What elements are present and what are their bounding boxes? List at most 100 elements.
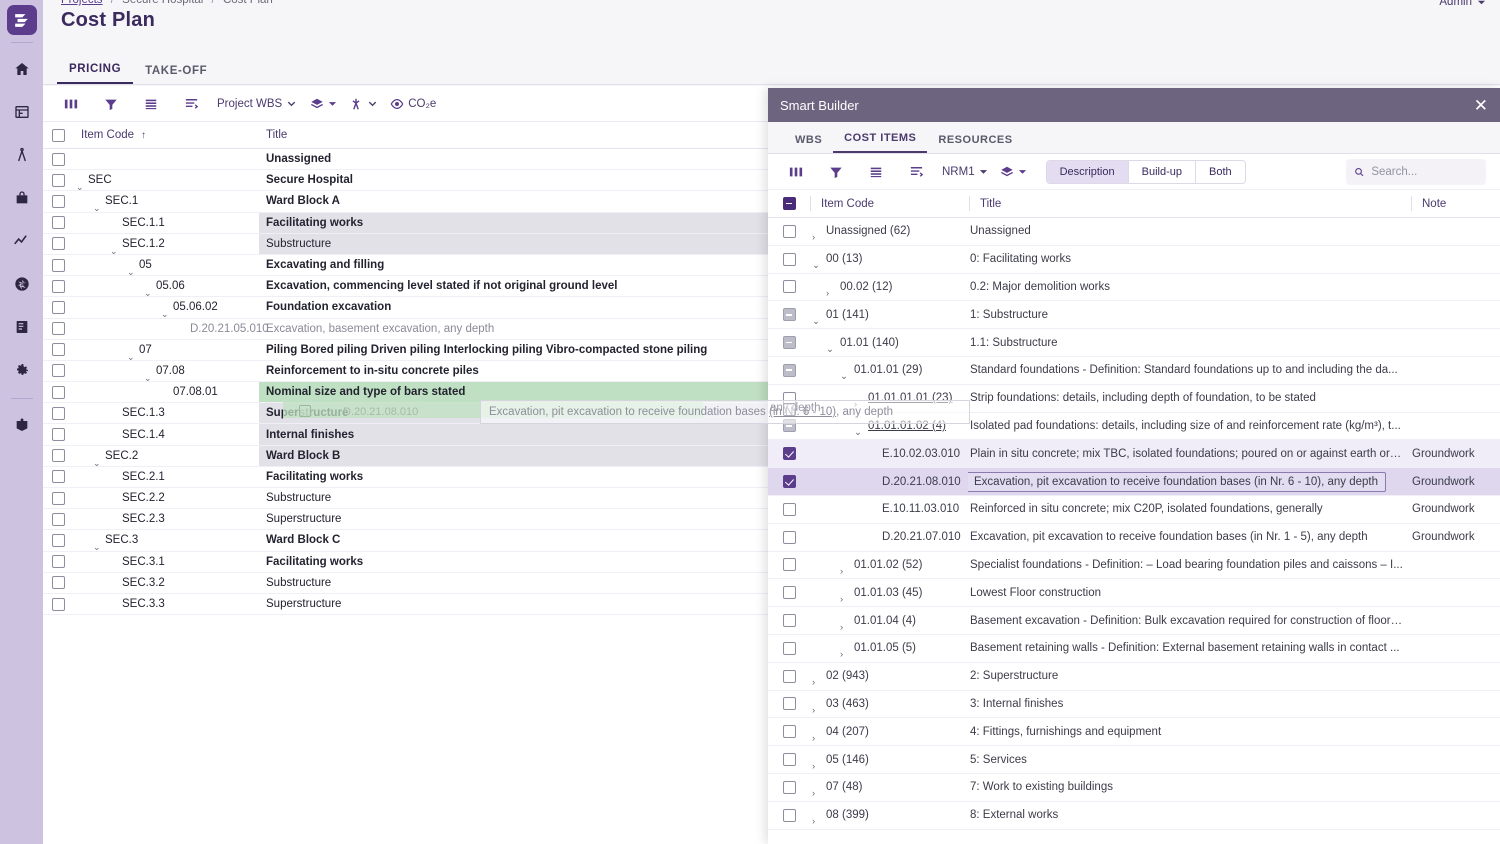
sb-table-row[interactable]: ›02 (943)2: Superstructure	[768, 663, 1500, 691]
sb-row-title[interactable]: Standard foundations - Definition: Stand…	[968, 364, 1412, 376]
sb-filter-button[interactable]	[822, 158, 850, 186]
sb-row-title[interactable]: Reinforced in situ concrete; mix C20P, i…	[968, 503, 1412, 515]
sb-table-row[interactable]: ⌄01 (141)1: Substructure	[768, 301, 1500, 329]
row-checkbox[interactable]	[52, 301, 65, 314]
sb-table-row[interactable]: ›00.02 (12)0.2: Major demolition works	[768, 274, 1500, 302]
sb-row-title[interactable]: Excavation, pit excavation to receive fo…	[968, 472, 1412, 492]
close-icon[interactable]: ✕	[1474, 97, 1488, 114]
chevron-right-icon[interactable]: ›	[840, 594, 843, 605]
chevron-right-icon[interactable]: ›	[812, 232, 815, 243]
rail-item-dashboard[interactable]	[2, 90, 42, 133]
sb-row-title[interactable]: 8: External works	[968, 809, 1412, 821]
segment-build-up[interactable]: Build-up	[1129, 161, 1196, 183]
search-input[interactable]	[1371, 166, 1478, 178]
chevron-right-icon[interactable]: ›	[826, 288, 829, 299]
sb-row-title[interactable]: Basement retaining walls - Definition: E…	[968, 642, 1412, 654]
chevron-right-icon[interactable]: ›	[812, 733, 815, 744]
select-all-checkbox[interactable]	[52, 129, 65, 142]
segment-description[interactable]: Description	[1047, 161, 1129, 183]
sb-row-title[interactable]: 0: Facilitating works	[968, 253, 1412, 265]
sb-row-checkbox[interactable]	[783, 253, 796, 266]
chevron-right-icon[interactable]: ›	[812, 816, 815, 827]
row-checkbox[interactable]	[52, 237, 65, 250]
sb-table-row[interactable]: ›08 (399)8: External works	[768, 802, 1500, 830]
sb-row-checkbox[interactable]	[783, 697, 796, 710]
chevron-down-icon[interactable]: ⌄	[826, 344, 834, 355]
sb-row-checkbox[interactable]	[783, 447, 796, 460]
sb-row-title[interactable]: 2: Superstructure	[968, 670, 1412, 682]
sb-row-title[interactable]: Plain in situ concrete; mix TBC, isolate…	[968, 448, 1412, 460]
breadcrumb-project[interactable]: Secure Hospital	[122, 0, 203, 6]
tab-wbs[interactable]: WBS	[784, 134, 833, 153]
sb-table-row[interactable]: ⌄00 (13)0: Facilitating works	[768, 246, 1500, 274]
row-checkbox[interactable]	[52, 174, 65, 187]
person-button[interactable]	[349, 90, 378, 118]
sb-row-checkbox[interactable]	[783, 392, 796, 405]
chevron-right-icon[interactable]: ›	[812, 788, 815, 799]
chevron-right-icon[interactable]: ›	[812, 677, 815, 688]
tab-pricing[interactable]: PRICING	[57, 63, 133, 84]
sb-table-row[interactable]: ›Unassigned (62)Unassigned	[768, 218, 1500, 246]
sb-table-row[interactable]: ›04 (207)4: Fittings, furnishings and eq…	[768, 718, 1500, 746]
sb-group-rows-button[interactable]	[902, 158, 930, 186]
chevron-right-icon[interactable]: ›	[812, 705, 815, 716]
row-checkbox[interactable]	[52, 555, 65, 568]
wbs-selector[interactable]: Project WBS	[217, 90, 297, 118]
sb-table-row[interactable]: ›01.01.05 (5)Basement retaining walls - …	[768, 635, 1500, 663]
sb-table-row[interactable]: ›03 (463)3: Internal finishes	[768, 691, 1500, 719]
sb-row-checkbox[interactable]	[783, 558, 796, 571]
sb-row-checkbox[interactable]	[783, 531, 796, 544]
tab-cost-items[interactable]: COST ITEMS	[833, 132, 927, 153]
sb-row-checkbox[interactable]	[783, 503, 796, 516]
sb-row-title[interactable]: 7: Work to existing buildings	[968, 781, 1412, 793]
sb-row-title[interactable]: 1: Substructure	[968, 309, 1412, 321]
row-checkbox[interactable]	[52, 259, 65, 272]
standard-selector[interactable]: NRM1	[942, 158, 988, 186]
sb-row-checkbox[interactable]	[783, 336, 796, 349]
sb-col-note[interactable]: Note	[1412, 198, 1500, 210]
tab-take-off[interactable]: TAKE-OFF	[133, 65, 219, 84]
chevron-right-icon[interactable]: ›	[840, 566, 843, 577]
chevron-right-icon[interactable]: ›	[854, 399, 857, 410]
row-checkbox[interactable]	[52, 153, 65, 166]
sb-row-title[interactable]: Basement excavation - Definition: Bulk e…	[968, 615, 1412, 627]
sb-row-title[interactable]: Isolated pad foundations: details, inclu…	[968, 420, 1412, 432]
sb-columns-button[interactable]	[782, 158, 810, 186]
sb-table-row[interactable]: ›07 (48)7: Work to existing buildings	[768, 774, 1500, 802]
sb-row-density-button[interactable]	[862, 158, 890, 186]
sb-row-checkbox[interactable]	[783, 809, 796, 822]
chevron-right-icon[interactable]: ›	[812, 761, 815, 772]
row-checkbox[interactable]	[52, 428, 65, 441]
sb-col-title[interactable]: Title	[970, 198, 1411, 210]
row-checkbox[interactable]	[52, 492, 65, 505]
sb-table-row[interactable]: E.10.11.03.010Reinforced in situ concret…	[768, 496, 1500, 524]
rail-item-documents[interactable]	[2, 305, 42, 348]
sb-row-checkbox[interactable]	[783, 753, 796, 766]
sb-row-checkbox[interactable]	[783, 642, 796, 655]
sb-select-all-checkbox[interactable]	[783, 197, 796, 210]
row-checkbox[interactable]	[52, 280, 65, 293]
sb-row-checkbox[interactable]	[783, 781, 796, 794]
tab-resources[interactable]: RESOURCES	[927, 134, 1023, 153]
sb-row-title[interactable]: Unassigned	[968, 225, 1412, 237]
row-checkbox[interactable]	[52, 513, 65, 526]
admin-menu[interactable]: Admin	[1439, 0, 1486, 8]
sb-table-row[interactable]: ⌄01.01.01 (29)Standard foundations - Def…	[768, 357, 1500, 385]
chevron-down-icon[interactable]: ⌄	[840, 371, 848, 382]
row-checkbox[interactable]	[52, 407, 65, 420]
sb-row-checkbox[interactable]	[783, 670, 796, 683]
rail-item-settings[interactable]	[2, 348, 42, 391]
sb-table-row[interactable]: ›01.01.04 (4)Basement excavation - Defin…	[768, 607, 1500, 635]
row-checkbox[interactable]	[52, 322, 65, 335]
sb-row-title[interactable]: 0.2: Major demolition works	[968, 281, 1412, 293]
sb-row-title[interactable]: 4: Fittings, furnishings and equipment	[968, 726, 1412, 738]
row-density-button[interactable]	[137, 90, 165, 118]
sb-row-checkbox[interactable]	[783, 614, 796, 627]
chevron-right-icon[interactable]: ›	[840, 622, 843, 633]
sb-table-row[interactable]: ›01.01.01.01 (23)Strip foundations: deta…	[768, 385, 1500, 413]
rail-item-measure[interactable]	[2, 133, 42, 176]
sb-row-title[interactable]: Excavation, pit excavation to receive fo…	[968, 531, 1412, 543]
rail-item-analytics[interactable]	[2, 219, 42, 262]
sb-row-title[interactable]: Specialist foundations - Definition: – L…	[968, 559, 1412, 571]
sb-row-checkbox[interactable]	[783, 225, 796, 238]
